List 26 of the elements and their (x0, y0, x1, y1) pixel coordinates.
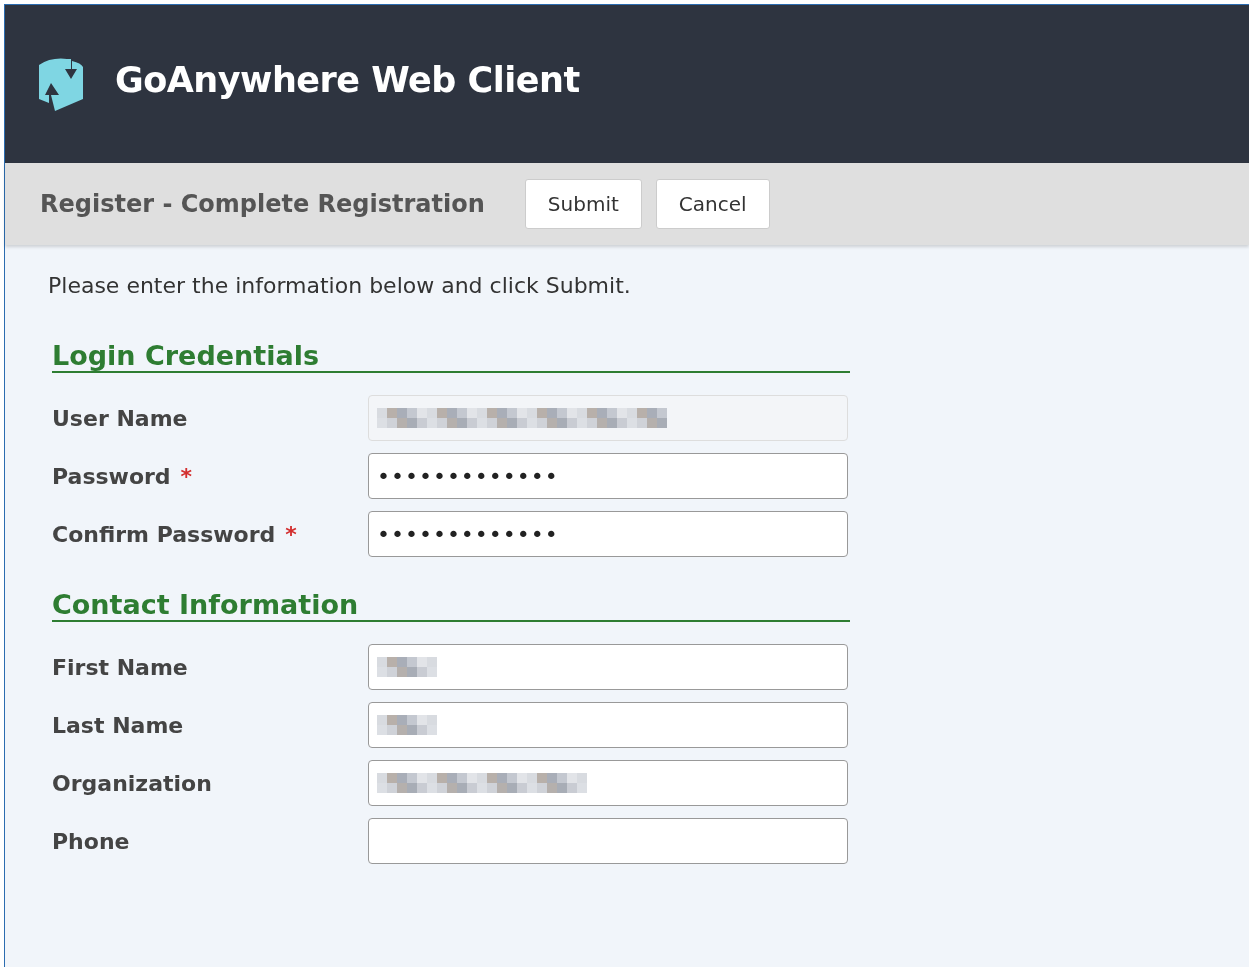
input-field[interactable]: ••••••••••••• (368, 511, 848, 557)
section-heading: Contact Information (52, 589, 850, 622)
redacted-text-icon (377, 773, 587, 793)
field-label: Phone (52, 828, 130, 854)
input-field[interactable] (368, 644, 848, 690)
field-label: Confirm Password (52, 521, 276, 547)
input-field[interactable]: ••••••••••••• (368, 453, 848, 499)
redacted-text-icon (377, 408, 667, 428)
field-label: First Name (52, 654, 188, 680)
input-field[interactable] (368, 760, 848, 806)
section-heading: Login Credentials (52, 340, 850, 373)
required-marker: * (285, 521, 297, 547)
field-label: User Name (52, 405, 188, 431)
required-marker: * (180, 463, 193, 489)
input-field[interactable] (368, 702, 848, 748)
cancel-button[interactable]: Cancel (655, 179, 770, 229)
instruction-text: Please enter the information below and click Submit. (48, 273, 632, 298)
redacted-text-icon (377, 657, 437, 677)
field-label: Last Name (52, 712, 184, 738)
app-title: GoAnywhere Web Client (115, 60, 580, 100)
submit-button[interactable]: Submit (524, 179, 642, 229)
page-title: Register - Complete Registration (40, 190, 485, 218)
redacted-text-icon (377, 715, 437, 735)
field-label: Password (52, 463, 171, 489)
field-label: Organization (52, 770, 212, 796)
input-field[interactable] (368, 818, 848, 864)
